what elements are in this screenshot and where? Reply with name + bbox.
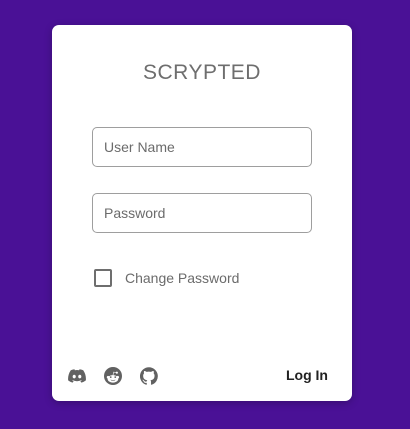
app-title: SCRYPTED: [143, 61, 261, 84]
username-input[interactable]: [92, 127, 312, 167]
password-input[interactable]: [92, 193, 312, 233]
discord-icon[interactable]: [67, 366, 87, 386]
change-password-label: Change Password: [125, 270, 240, 286]
change-password-checkbox[interactable]: [94, 269, 112, 287]
github-icon[interactable]: [139, 366, 159, 386]
reddit-icon[interactable]: [103, 366, 123, 386]
change-password-toggle[interactable]: Change Password: [94, 269, 239, 287]
login-button[interactable]: Log In: [278, 362, 336, 388]
login-card: SCRYPTED Change Password Log In: [52, 25, 352, 401]
